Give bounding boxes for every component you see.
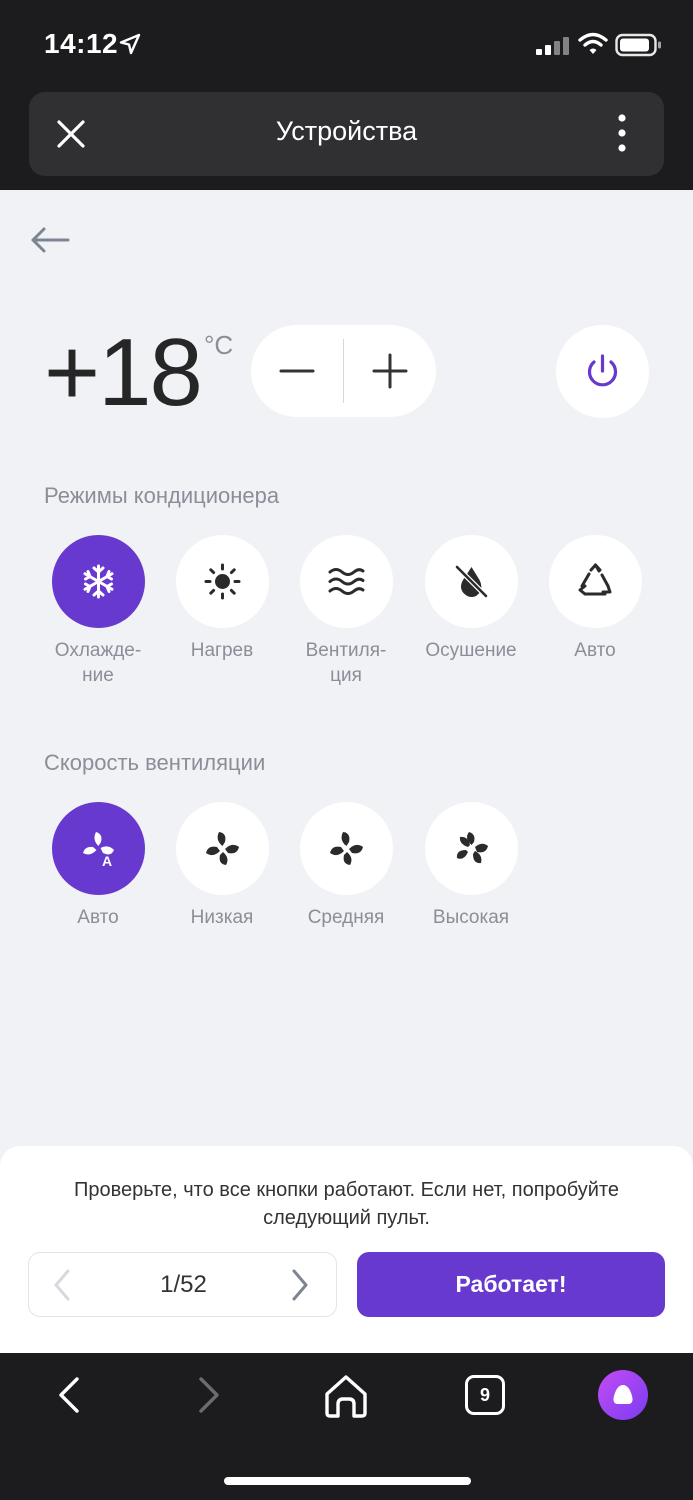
- plus-icon: [372, 353, 408, 389]
- works-button[interactable]: Работает!: [357, 1252, 665, 1317]
- increase-temperature-button[interactable]: [344, 325, 436, 417]
- mode-label: Нагрев: [190, 640, 254, 661]
- fan-speed-label: Авто: [77, 907, 119, 928]
- cellular-signal-icon: [536, 37, 569, 55]
- mode-option-dry[interactable]: Осушение: [411, 535, 531, 663]
- temperature-value: +18: [44, 319, 203, 426]
- tabs-counter-button[interactable]: 9: [465, 1375, 505, 1415]
- sun-icon: [204, 563, 240, 600]
- battery-icon: [615, 33, 661, 57]
- minus-icon: [279, 369, 315, 373]
- mode-label: Охлажде- ние: [54, 640, 142, 686]
- power-icon: [587, 354, 618, 387]
- mode-option-cooling[interactable]: Охлажде- ние: [38, 535, 158, 688]
- fan-speed-option-low[interactable]: Низкая: [162, 802, 282, 930]
- alice-assistant-button[interactable]: [598, 1370, 648, 1420]
- fan-icon-circle: [424, 802, 518, 895]
- fan-speed-section-title: Скорость вентиляции: [44, 750, 266, 775]
- page-title: Устройства: [275, 116, 418, 146]
- nav-forward-icon[interactable]: [194, 1376, 224, 1414]
- fan-icon-circle: [299, 802, 393, 895]
- fan-speed-label: Низкая: [190, 907, 254, 928]
- mode-icon-circle: [51, 535, 145, 628]
- mode-option-auto[interactable]: Авто: [535, 535, 655, 663]
- decrease-temperature-button[interactable]: [251, 325, 343, 417]
- modes-section-title: Режимы кондиционера: [44, 483, 280, 508]
- mode-icon-circle: [299, 535, 393, 628]
- mode-label: Вентиля- ция: [305, 640, 387, 686]
- temperature-unit: °C: [204, 330, 234, 360]
- recycle-icon: [578, 563, 611, 596]
- alice-icon: [613, 1385, 633, 1404]
- fan-speed-label: Высокая: [432, 907, 510, 928]
- fan-icon: [205, 832, 239, 865]
- remote-check-hint: Проверьте, что все кнопки работают. Если…: [73, 1179, 620, 1229]
- remote-pager: 1/52: [28, 1252, 337, 1317]
- mode-icon-circle: [175, 535, 269, 628]
- mode-label: Авто: [574, 640, 616, 661]
- fan-speed-option-medium[interactable]: Средняя: [286, 802, 406, 930]
- fan-speed-option-high[interactable]: Высокая: [411, 802, 531, 930]
- svg-text:A: A: [102, 853, 112, 869]
- fan-icon: [456, 832, 488, 864]
- snowflake-icon: [83, 564, 113, 599]
- home-icon[interactable]: [322, 1372, 370, 1420]
- back-arrow-icon[interactable]: [30, 226, 70, 254]
- mode-icon-circle: [548, 535, 642, 628]
- fan-speed-option-auto[interactable]: A Авто: [38, 802, 158, 930]
- fan-icon-circle: [175, 802, 269, 895]
- drop-off-icon: [454, 564, 488, 599]
- more-vertical-icon[interactable]: [610, 112, 634, 154]
- chevron-right-icon[interactable]: [285, 1267, 315, 1303]
- fan-icon-circle: A: [51, 802, 145, 895]
- fan-auto-icon: A: [82, 832, 114, 869]
- waves-icon: [328, 568, 364, 595]
- fan-speed-label: Средняя: [307, 907, 385, 928]
- wifi-icon: [578, 32, 608, 54]
- mode-icon-circle: [424, 535, 518, 628]
- power-button[interactable]: [556, 325, 649, 418]
- nav-back-icon[interactable]: [54, 1376, 84, 1414]
- location-arrow-icon: [119, 33, 141, 55]
- status-bar: 14:12: [0, 0, 693, 90]
- home-indicator: [224, 1477, 471, 1485]
- temperature-stepper: [251, 325, 436, 417]
- mode-label: Осушение: [425, 640, 517, 661]
- status-time: 14:12: [44, 28, 119, 59]
- mode-option-heating[interactable]: Нагрев: [162, 535, 282, 663]
- mode-option-ventilation[interactable]: Вентиля- ция: [286, 535, 406, 688]
- fan-icon: [329, 832, 363, 865]
